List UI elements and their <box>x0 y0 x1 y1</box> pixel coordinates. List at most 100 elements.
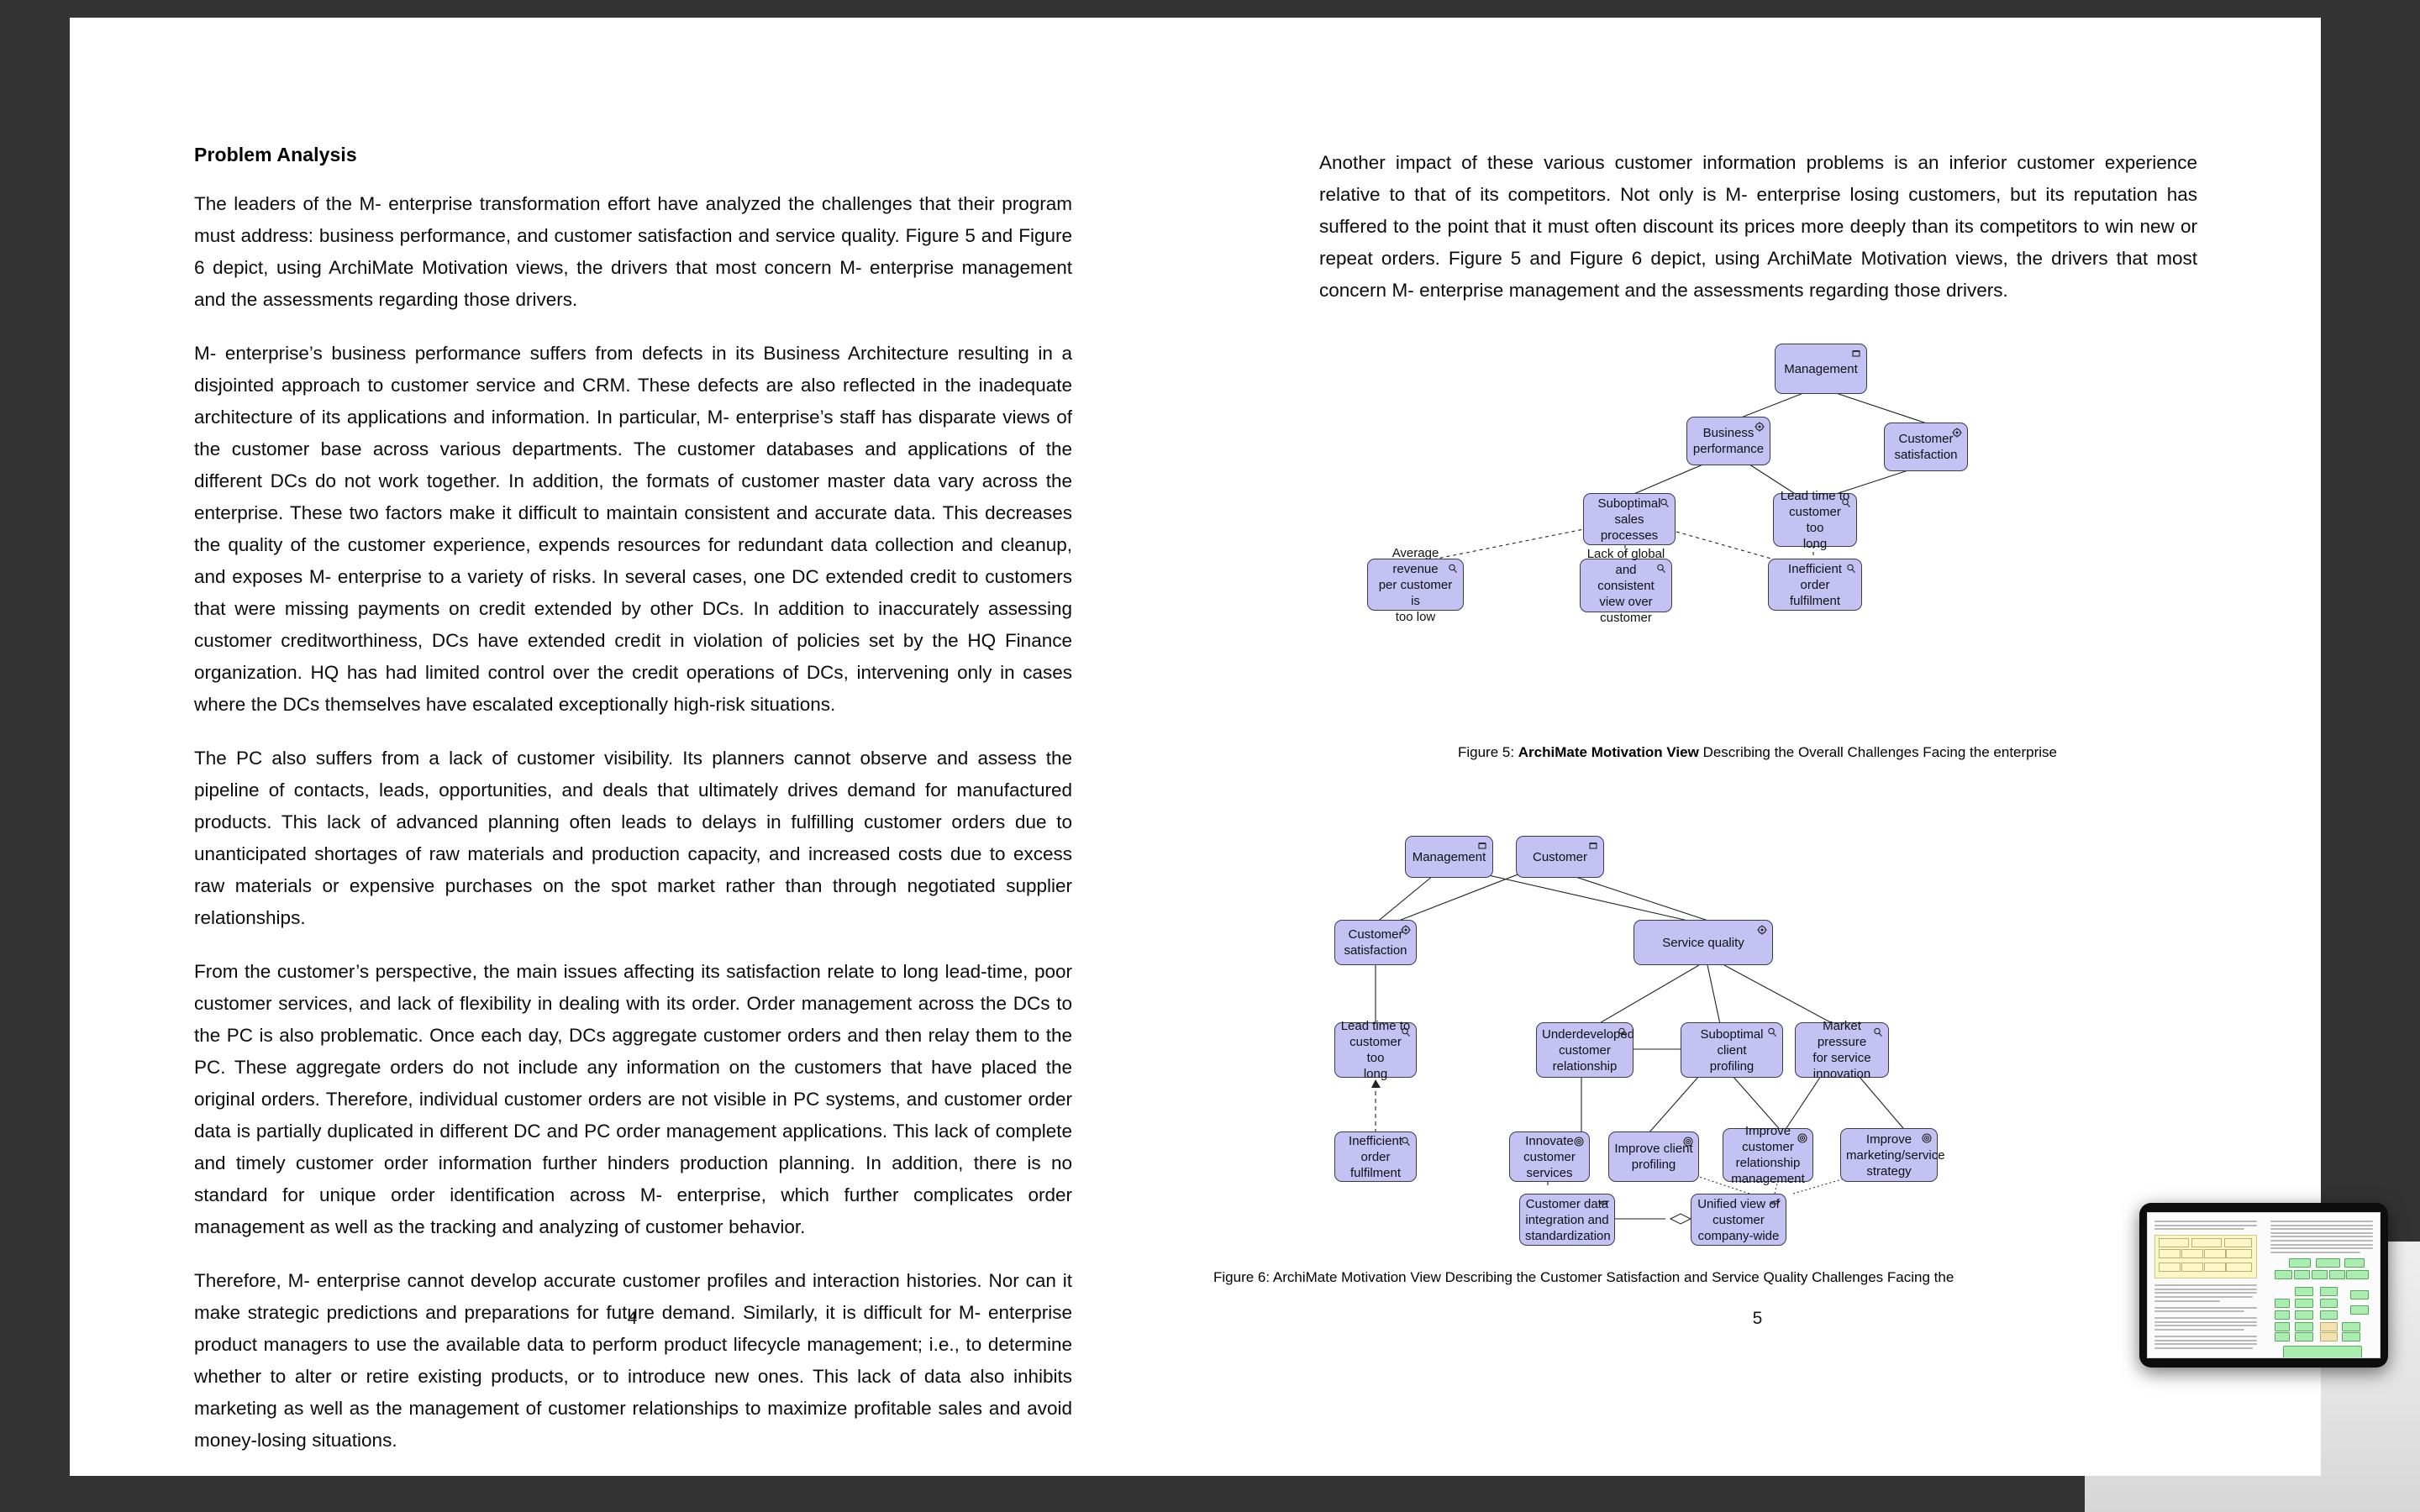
node-inefficient-order-fulfilment[interactable]: Inefficient order fulfilment <box>1334 1131 1417 1182</box>
node-lead-time-too-long[interactable]: Lead time to customer too long <box>1334 1019 1417 1081</box>
node-label: Suboptimal client profiling <box>1700 1026 1764 1074</box>
thumb-diagram-green <box>2270 1257 2373 1357</box>
document-page-left: Problem Analysis The leaders of the M- e… <box>70 18 1195 1476</box>
thumb-text-line <box>2270 1236 2373 1238</box>
node-management[interactable]: Management <box>1405 836 1493 878</box>
thumb-text-block <box>2270 1221 2373 1253</box>
node-innovate-customer-services[interactable]: Innovate customer services <box>1509 1131 1590 1182</box>
thumb-text-line <box>2154 1310 2245 1313</box>
thumb-text-line <box>2154 1317 2257 1320</box>
node-label: Customer satisfaction <box>1894 432 1958 462</box>
thumb-text-line <box>2154 1347 2254 1349</box>
thumb-text-line <box>2154 1288 2257 1290</box>
node-suboptimal-client-profiling[interactable]: Suboptimal client profiling <box>1681 1022 1783 1078</box>
node-label: Suboptimal sales processes <box>1597 496 1661 543</box>
thumb-text-line <box>2154 1328 2245 1331</box>
node-label: Management <box>1784 361 1858 376</box>
node-label: Service quality <box>1662 935 1744 950</box>
node-improve-customer-relationship-management[interactable]: Improve customer relationship management <box>1723 1124 1813 1186</box>
thumb-text-line <box>2154 1221 2257 1222</box>
thumb-text-line <box>2154 1325 2257 1327</box>
node-underdeveloped-customer-relationship[interactable]: Underdeveloped customer relationship <box>1536 1022 1634 1078</box>
thumb-text-line <box>2270 1228 2373 1231</box>
thumb-text-line <box>2154 1228 2245 1231</box>
node-label: Inefficient order fulfilment <box>1788 561 1842 608</box>
left-page-text-column: Problem Analysis The leaders of the M- e… <box>194 144 1072 1457</box>
node-business-performance[interactable]: Business performance <box>1686 417 1770 465</box>
thumb-text-line <box>2270 1251 2361 1253</box>
thumbnail-page-left <box>2148 1213 2264 1357</box>
thumb-text-block <box>2154 1317 2257 1331</box>
tablet-device-overlay[interactable] <box>2139 1203 2388 1368</box>
thumb-text-line <box>2154 1292 2257 1294</box>
thumb-text-line <box>2154 1306 2257 1309</box>
thumb-text-line <box>2270 1247 2373 1250</box>
paragraph: Therefore, M- enterprise cannot develop … <box>194 1270 1072 1451</box>
node-label: Unified view of customer company-wide <box>1697 1196 1780 1243</box>
figure-5: Management Business performance Customer s… <box>1195 328 2320 774</box>
thumbnail-page-right <box>2264 1213 2380 1357</box>
node-label: Lead time to customer too long <box>1340 1019 1411 1081</box>
node-label: Business performance <box>1692 426 1765 456</box>
screenshot-viewport: Problem Analysis The leaders of the M- e… <box>0 0 2420 1512</box>
page-number-left: 4 <box>627 1309 638 1328</box>
page-title: Problem Analysis <box>194 144 357 165</box>
node-inefficient-order-fulfilment[interactable]: Inefficient order fulfilment <box>1768 559 1862 611</box>
document-sheet: Problem Analysis The leaders of the M- e… <box>70 18 2321 1476</box>
node-label: Underdeveloped customer relationship <box>1542 1026 1635 1074</box>
thumb-text-block <box>2154 1306 2257 1313</box>
node-label: Market pressure for service innovation <box>1812 1019 1871 1081</box>
node-customer-data-integration-and-standardization[interactable]: Customer data integration and standardizat… <box>1519 1194 1615 1246</box>
node-average-revenue-too-low[interactable]: Average revenue per customer is too low <box>1367 546 1464 624</box>
node-label: Customer <box>1532 849 1588 864</box>
node-label: Customer data integration and standardizat… <box>1525 1196 1611 1243</box>
node-lack-of-global-view[interactable]: Lack of global and consistent view over cus… <box>1580 547 1672 625</box>
thumb-text-line <box>2270 1231 2373 1234</box>
node-label: Innovate customer services <box>1523 1133 1576 1180</box>
thumb-text-line <box>2154 1339 2257 1341</box>
thumb-text-line <box>2154 1335 2257 1337</box>
thumb-text-block <box>2154 1284 2257 1302</box>
node-service-quality[interactable]: Service quality <box>1634 920 1773 965</box>
node-label: Improve client profiling <box>1614 1142 1693 1172</box>
thumb-text-line <box>2270 1239 2373 1242</box>
node-label: Improve customer relationship management <box>1731 1124 1805 1186</box>
tablet-screen <box>2147 1212 2381 1358</box>
paragraph: M- enterprise’s business performance suf… <box>194 343 1072 715</box>
right-page-text-column: Another impact of these various customer… <box>1319 147 2197 307</box>
node-label: Customer satisfaction <box>1344 927 1407 958</box>
figure-5-canvas: Management Business performance Customer s… <box>1195 328 2320 774</box>
node-customer-satisfaction[interactable]: Customer satisfaction <box>1884 423 1968 471</box>
node-label: Average revenue per customer is too low <box>1378 545 1453 624</box>
thumb-text-line <box>2270 1221 2373 1222</box>
paragraph: The leaders of the M- enterprise transfo… <box>194 193 1072 310</box>
paragraph: From the customer’s perspective, the mai… <box>194 961 1072 1237</box>
thumb-text-line <box>2154 1224 2257 1226</box>
stakeholder-icon <box>1850 348 1862 360</box>
figure-5-edges <box>1419 386 1940 563</box>
node-improve-marketing-service-strategy[interactable]: Improve marketing/service strategy <box>1840 1128 1945 1182</box>
node-customer-satisfaction[interactable]: Customer satisfaction <box>1334 920 1417 965</box>
node-lead-time-too-long[interactable]: Lead time to customer too long <box>1773 489 1857 551</box>
node-label: Lack of global and consistent view over cus… <box>1586 546 1665 625</box>
node-market-pressure-for-service-innovation[interactable]: Market pressure for service innovation <box>1795 1019 1889 1081</box>
thumb-text-block <box>2154 1221 2257 1231</box>
thumb-text-line <box>2154 1295 2254 1298</box>
thumb-text-line <box>2154 1284 2257 1287</box>
node-label: Inefficient order fulfilment <box>1349 1133 1402 1180</box>
node-suboptimal-sales-processes[interactable]: Suboptimal sales processes <box>1583 493 1676 545</box>
node-label: Lead time to customer too long <box>1780 489 1850 551</box>
node-management[interactable]: Management <box>1775 344 1867 394</box>
thumb-text-line <box>2154 1299 2221 1302</box>
node-label: Management <box>1412 849 1486 864</box>
thumb-text-line <box>2270 1224 2373 1226</box>
thumb-text-line <box>2154 1343 2257 1346</box>
node-improve-client-profiling[interactable]: Improve client profiling <box>1608 1131 1699 1182</box>
node-customer[interactable]: Customer <box>1516 836 1604 878</box>
paragraph: The PC also suffers from a lack of custo… <box>194 748 1072 928</box>
thumb-diagram-yellow <box>2154 1235 2257 1279</box>
node-unified-view-of-customer-company-wide[interactable]: Unified view of customer company-wide <box>1691 1194 1786 1246</box>
thumb-text-line <box>2270 1243 2373 1246</box>
thumb-text-block <box>2154 1335 2257 1349</box>
paragraph: Another impact of these various customer… <box>1319 152 2197 301</box>
